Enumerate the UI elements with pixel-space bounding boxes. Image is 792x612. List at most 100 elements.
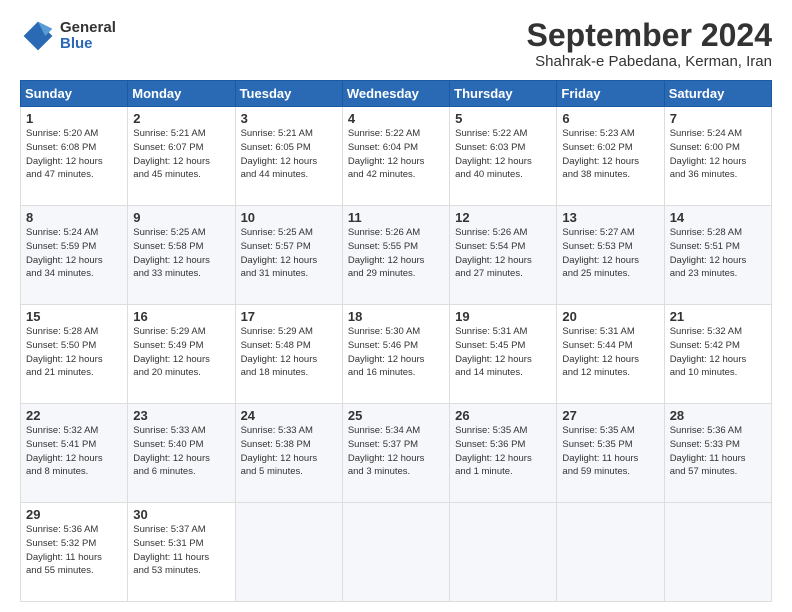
calendar-cell (557, 503, 664, 602)
day-number: 27 (562, 408, 658, 423)
calendar-cell: 2Sunrise: 5:21 AM Sunset: 6:07 PM Daylig… (128, 107, 235, 206)
day-number: 23 (133, 408, 229, 423)
calendar-week-row: 8Sunrise: 5:24 AM Sunset: 5:59 PM Daylig… (21, 206, 772, 305)
day-info: Sunrise: 5:33 AM Sunset: 5:38 PM Dayligh… (241, 424, 337, 479)
day-number: 10 (241, 210, 337, 225)
day-number: 4 (348, 111, 444, 126)
day-number: 26 (455, 408, 551, 423)
title-block: September 2024 Shahrak-e Pabedana, Kerma… (527, 18, 772, 70)
weekday-header-saturday: Saturday (664, 81, 771, 107)
calendar-cell: 22Sunrise: 5:32 AM Sunset: 5:41 PM Dayli… (21, 404, 128, 503)
day-info: Sunrise: 5:34 AM Sunset: 5:37 PM Dayligh… (348, 424, 444, 479)
calendar-cell: 30Sunrise: 5:37 AM Sunset: 5:31 PM Dayli… (128, 503, 235, 602)
calendar-week-row: 22Sunrise: 5:32 AM Sunset: 5:41 PM Dayli… (21, 404, 772, 503)
calendar-cell (450, 503, 557, 602)
day-info: Sunrise: 5:31 AM Sunset: 5:45 PM Dayligh… (455, 325, 551, 380)
calendar-cell: 1Sunrise: 5:20 AM Sunset: 6:08 PM Daylig… (21, 107, 128, 206)
day-info: Sunrise: 5:23 AM Sunset: 6:02 PM Dayligh… (562, 127, 658, 182)
page: General Blue September 2024 Shahrak-e Pa… (0, 0, 792, 612)
logo: General Blue (20, 18, 116, 54)
day-info: Sunrise: 5:25 AM Sunset: 5:57 PM Dayligh… (241, 226, 337, 281)
day-number: 7 (670, 111, 766, 126)
day-info: Sunrise: 5:28 AM Sunset: 5:50 PM Dayligh… (26, 325, 122, 380)
day-info: Sunrise: 5:21 AM Sunset: 6:07 PM Dayligh… (133, 127, 229, 182)
logo-icon (20, 18, 56, 54)
day-info: Sunrise: 5:30 AM Sunset: 5:46 PM Dayligh… (348, 325, 444, 380)
day-number: 18 (348, 309, 444, 324)
logo-blue-text: Blue (60, 36, 116, 53)
calendar-cell: 6Sunrise: 5:23 AM Sunset: 6:02 PM Daylig… (557, 107, 664, 206)
calendar-week-row: 1Sunrise: 5:20 AM Sunset: 6:08 PM Daylig… (21, 107, 772, 206)
day-info: Sunrise: 5:37 AM Sunset: 5:31 PM Dayligh… (133, 523, 229, 578)
day-number: 20 (562, 309, 658, 324)
day-info: Sunrise: 5:35 AM Sunset: 5:35 PM Dayligh… (562, 424, 658, 479)
weekday-header-sunday: Sunday (21, 81, 128, 107)
main-title: September 2024 (527, 18, 772, 53)
calendar-cell: 28Sunrise: 5:36 AM Sunset: 5:33 PM Dayli… (664, 404, 771, 503)
day-info: Sunrise: 5:32 AM Sunset: 5:42 PM Dayligh… (670, 325, 766, 380)
calendar-cell: 24Sunrise: 5:33 AM Sunset: 5:38 PM Dayli… (235, 404, 342, 503)
calendar-cell: 25Sunrise: 5:34 AM Sunset: 5:37 PM Dayli… (342, 404, 449, 503)
day-info: Sunrise: 5:31 AM Sunset: 5:44 PM Dayligh… (562, 325, 658, 380)
calendar-cell: 17Sunrise: 5:29 AM Sunset: 5:48 PM Dayli… (235, 305, 342, 404)
day-info: Sunrise: 5:24 AM Sunset: 5:59 PM Dayligh… (26, 226, 122, 281)
weekday-header-tuesday: Tuesday (235, 81, 342, 107)
day-number: 3 (241, 111, 337, 126)
day-info: Sunrise: 5:25 AM Sunset: 5:58 PM Dayligh… (133, 226, 229, 281)
day-number: 15 (26, 309, 122, 324)
day-info: Sunrise: 5:35 AM Sunset: 5:36 PM Dayligh… (455, 424, 551, 479)
calendar-cell: 15Sunrise: 5:28 AM Sunset: 5:50 PM Dayli… (21, 305, 128, 404)
day-number: 28 (670, 408, 766, 423)
day-info: Sunrise: 5:36 AM Sunset: 5:33 PM Dayligh… (670, 424, 766, 479)
day-info: Sunrise: 5:26 AM Sunset: 5:54 PM Dayligh… (455, 226, 551, 281)
calendar-cell: 16Sunrise: 5:29 AM Sunset: 5:49 PM Dayli… (128, 305, 235, 404)
weekday-header-friday: Friday (557, 81, 664, 107)
day-number: 11 (348, 210, 444, 225)
calendar-cell: 26Sunrise: 5:35 AM Sunset: 5:36 PM Dayli… (450, 404, 557, 503)
day-number: 17 (241, 309, 337, 324)
weekday-header-thursday: Thursday (450, 81, 557, 107)
calendar-cell: 9Sunrise: 5:25 AM Sunset: 5:58 PM Daylig… (128, 206, 235, 305)
day-info: Sunrise: 5:21 AM Sunset: 6:05 PM Dayligh… (241, 127, 337, 182)
subtitle: Shahrak-e Pabedana, Kerman, Iran (527, 53, 772, 70)
day-number: 2 (133, 111, 229, 126)
calendar-header-row: SundayMondayTuesdayWednesdayThursdayFrid… (21, 81, 772, 107)
day-info: Sunrise: 5:36 AM Sunset: 5:32 PM Dayligh… (26, 523, 122, 578)
calendar-cell: 11Sunrise: 5:26 AM Sunset: 5:55 PM Dayli… (342, 206, 449, 305)
calendar-week-row: 15Sunrise: 5:28 AM Sunset: 5:50 PM Dayli… (21, 305, 772, 404)
day-number: 12 (455, 210, 551, 225)
calendar-cell: 27Sunrise: 5:35 AM Sunset: 5:35 PM Dayli… (557, 404, 664, 503)
day-number: 25 (348, 408, 444, 423)
calendar-cell: 10Sunrise: 5:25 AM Sunset: 5:57 PM Dayli… (235, 206, 342, 305)
day-number: 16 (133, 309, 229, 324)
day-number: 6 (562, 111, 658, 126)
calendar-cell: 8Sunrise: 5:24 AM Sunset: 5:59 PM Daylig… (21, 206, 128, 305)
day-info: Sunrise: 5:28 AM Sunset: 5:51 PM Dayligh… (670, 226, 766, 281)
calendar-cell (342, 503, 449, 602)
calendar-cell: 14Sunrise: 5:28 AM Sunset: 5:51 PM Dayli… (664, 206, 771, 305)
day-info: Sunrise: 5:24 AM Sunset: 6:00 PM Dayligh… (670, 127, 766, 182)
calendar-cell: 29Sunrise: 5:36 AM Sunset: 5:32 PM Dayli… (21, 503, 128, 602)
header: General Blue September 2024 Shahrak-e Pa… (20, 18, 772, 70)
day-number: 8 (26, 210, 122, 225)
day-number: 24 (241, 408, 337, 423)
calendar-week-row: 29Sunrise: 5:36 AM Sunset: 5:32 PM Dayli… (21, 503, 772, 602)
day-info: Sunrise: 5:27 AM Sunset: 5:53 PM Dayligh… (562, 226, 658, 281)
day-number: 1 (26, 111, 122, 126)
day-number: 5 (455, 111, 551, 126)
calendar-cell (664, 503, 771, 602)
day-number: 13 (562, 210, 658, 225)
calendar-cell: 23Sunrise: 5:33 AM Sunset: 5:40 PM Dayli… (128, 404, 235, 503)
calendar-cell: 4Sunrise: 5:22 AM Sunset: 6:04 PM Daylig… (342, 107, 449, 206)
day-info: Sunrise: 5:33 AM Sunset: 5:40 PM Dayligh… (133, 424, 229, 479)
day-info: Sunrise: 5:29 AM Sunset: 5:48 PM Dayligh… (241, 325, 337, 380)
day-number: 21 (670, 309, 766, 324)
weekday-header-wednesday: Wednesday (342, 81, 449, 107)
calendar-cell: 5Sunrise: 5:22 AM Sunset: 6:03 PM Daylig… (450, 107, 557, 206)
calendar-cell: 13Sunrise: 5:27 AM Sunset: 5:53 PM Dayli… (557, 206, 664, 305)
calendar-cell: 18Sunrise: 5:30 AM Sunset: 5:46 PM Dayli… (342, 305, 449, 404)
day-number: 9 (133, 210, 229, 225)
day-number: 22 (26, 408, 122, 423)
calendar-cell: 21Sunrise: 5:32 AM Sunset: 5:42 PM Dayli… (664, 305, 771, 404)
day-info: Sunrise: 5:32 AM Sunset: 5:41 PM Dayligh… (26, 424, 122, 479)
